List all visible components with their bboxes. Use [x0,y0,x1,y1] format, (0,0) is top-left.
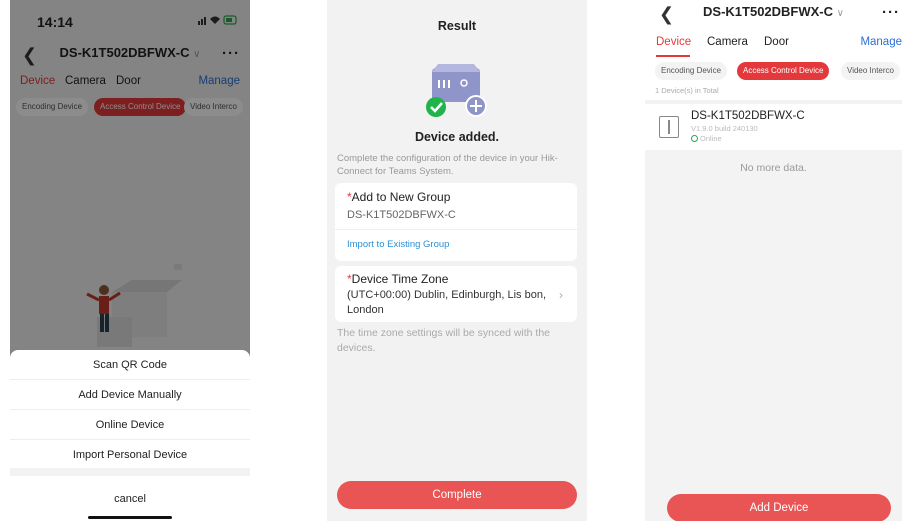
chip-access-control-device[interactable]: Access Control Device [737,62,830,80]
tab-device[interactable]: Device [656,36,691,48]
time-zone-value: (UTC+00:00) Dublin, Edinburgh, Lis bon, … [347,289,547,316]
add-device-button[interactable]: Add Device [667,494,891,521]
chevron-right-icon: › [559,288,563,302]
device-name: DS-K1T502DBFWX-C [691,110,805,122]
screen-device-list: ❮ DS-K1T502DBFWX-C ∨ ··· Device Camera D… [645,0,902,521]
card-divider [335,229,577,230]
group-label: *Add to New Group [347,190,451,204]
chip-encoding-device[interactable]: Encoding Device [655,62,728,80]
online-device-option[interactable]: Online Device [10,410,250,440]
time-zone-note: The time zone settings will be synced wi… [337,327,551,354]
screen-add-device-menu: 14:14 ❮ DS-K1T502DBFWX-C ∨ ··· Device Ca… [10,0,250,521]
online-status-icon [691,135,698,142]
home-indicator [88,516,172,519]
group-card: *Add to New Group DS-K1T502DBFWX-C Impor… [335,183,577,261]
device-tabs: Device Camera Door Manage [645,36,902,56]
no-more-data: No more data. [740,162,807,174]
device-added-illustration [426,64,487,117]
add-device-sheet: Scan QR Code Add Device Manually Online … [10,350,250,521]
import-personal-device-option[interactable]: Import Personal Device [10,440,250,470]
top-nav: ❮ DS-K1T502DBFWX-C ∨ ··· [645,4,902,32]
sheet-separator [10,468,250,476]
device-added-heading: Device added. [414,130,500,144]
manage-link[interactable]: Manage [860,36,902,48]
tab-camera[interactable]: Camera [707,36,748,48]
tab-door[interactable]: Door [764,36,789,48]
scan-qr-code-option[interactable]: Scan QR Code [10,350,250,380]
nav-title[interactable]: DS-K1T502DBFWX-C ∨ [645,4,902,19]
cancel-button[interactable]: cancel [10,484,250,514]
import-existing-group-link[interactable]: Import to Existing Group [347,239,449,250]
time-zone-label: *Device Time Zone [347,272,449,286]
group-name-input[interactable]: DS-K1T502DBFWX-C [347,209,456,221]
page-title: Result [437,19,477,33]
device-status: Online [691,134,722,143]
more-icon[interactable]: ··· [882,4,900,21]
add-device-manually-option[interactable]: Add Device Manually [10,380,250,410]
screen-result: Result Device added. Complete the config… [327,0,587,521]
complete-button[interactable]: Complete [337,481,577,509]
time-zone-card[interactable]: *Device Time Zone (UTC+00:00) Dublin, Ed… [335,266,577,322]
active-tab-underline [656,55,690,57]
door-device-icon [659,116,679,138]
device-version: V1.9.0 build 240130 [691,124,758,133]
device-type-chips: Encoding Device Access Control Device Vi… [645,62,902,82]
configuration-note: Complete the configuration of the device… [337,153,558,177]
device-count: 1 Device(s) in Total [655,86,719,95]
device-list-item[interactable]: DS-K1T502DBFWX-C V1.9.0 build 240130 Onl… [645,104,902,150]
chip-video-intercom[interactable]: Video Interco [841,62,900,80]
